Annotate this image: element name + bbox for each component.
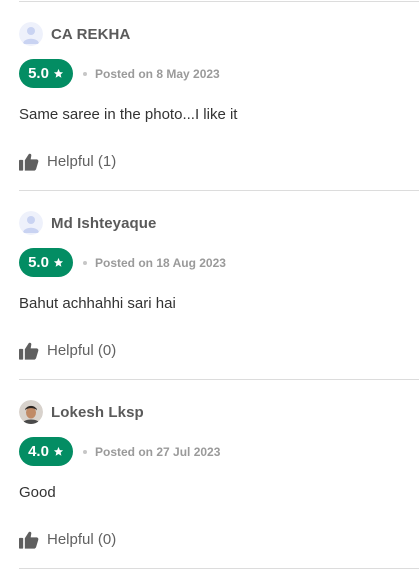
rating-row: 5.0 Posted on 18 Aug 2023 xyxy=(19,248,226,277)
rating-value: 5.0 xyxy=(28,65,49,82)
rating-badge: 5.0 xyxy=(19,59,73,88)
user-avatar-icon xyxy=(19,211,43,235)
helpful-button[interactable]: Helpful (0) xyxy=(19,341,116,360)
star-icon xyxy=(53,446,64,457)
helpful-label: Helpful (0) xyxy=(47,342,117,359)
rating-value: 4.0 xyxy=(28,443,49,460)
review-divider xyxy=(19,568,419,569)
posted-date: Posted on 18 Aug 2023 xyxy=(95,255,226,270)
thumbs-up-icon xyxy=(19,530,39,549)
user-avatar-icon xyxy=(19,400,43,424)
separator-dot xyxy=(83,260,87,265)
helpful-label: Helpful (1) xyxy=(47,153,117,170)
review-item: Lokesh Lksp 4.0 Posted on 27 Jul 2023 Go… xyxy=(19,380,419,568)
review-item: CA REKHA 5.0 Posted on 8 May 2023 Same s… xyxy=(19,2,419,190)
helpful-button[interactable]: Helpful (0) xyxy=(19,530,116,549)
rating-badge: 4.0 xyxy=(19,437,73,466)
rating-value: 5.0 xyxy=(28,254,49,271)
rating-badge: 5.0 xyxy=(19,248,73,277)
review-text: Same saree in the photo...I like it xyxy=(19,106,238,123)
review-text: Good xyxy=(19,484,56,501)
thumbs-up-icon xyxy=(19,152,39,171)
review-text: Bahut achhahhi sari hai xyxy=(19,295,176,312)
posted-date: Posted on 8 May 2023 xyxy=(95,66,220,81)
user-avatar-icon xyxy=(19,22,43,46)
thumbs-up-icon xyxy=(19,341,39,360)
separator-dot xyxy=(83,71,87,76)
rating-row: 5.0 Posted on 8 May 2023 xyxy=(19,59,220,88)
reviewer-name: Lokesh Lksp xyxy=(51,403,144,421)
helpful-button[interactable]: Helpful (1) xyxy=(19,152,116,171)
reviewer-name: CA REKHA xyxy=(51,25,131,43)
helpful-label: Helpful (0) xyxy=(47,531,117,548)
rating-row: 4.0 Posted on 27 Jul 2023 xyxy=(19,437,220,466)
star-icon xyxy=(53,68,64,79)
posted-date: Posted on 27 Jul 2023 xyxy=(95,444,221,459)
reviewer: CA REKHA xyxy=(19,22,130,46)
reviewer: Lokesh Lksp xyxy=(19,400,144,424)
separator-dot xyxy=(83,449,87,454)
reviewer-name: Md Ishteyaque xyxy=(51,214,157,232)
review-item: Md Ishteyaque 5.0 Posted on 18 Aug 2023 … xyxy=(19,191,419,379)
reviewer: Md Ishteyaque xyxy=(19,211,157,235)
star-icon xyxy=(53,257,64,268)
